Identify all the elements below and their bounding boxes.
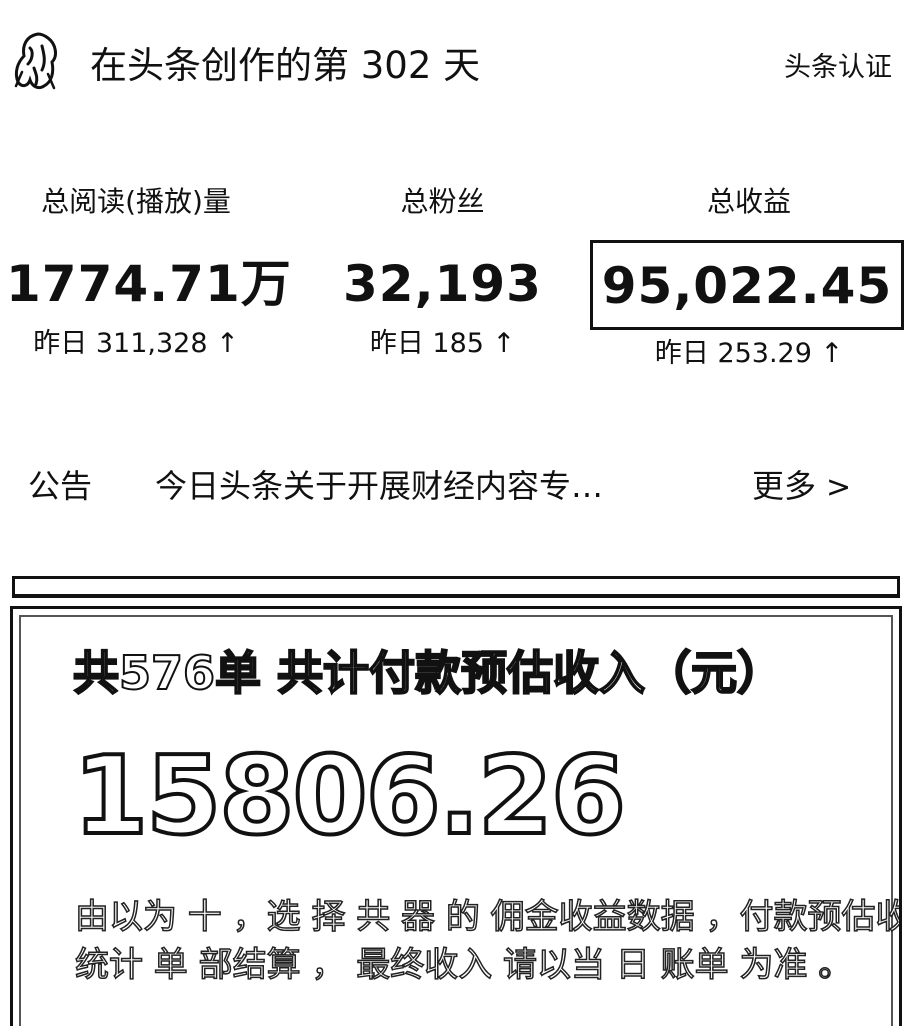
card-description-line: 由以为 十 ，选 择 共 器 的 佣金收益数据 ，付款预估收入 [75, 896, 902, 938]
notice-more-link[interactable]: 更多 > [752, 464, 851, 510]
notice-label: 公告 [28, 467, 93, 505]
stat-total-fans[interactable]: 总粉丝 32,193 昨日 185 ↑ [330, 182, 555, 364]
stat-value: 1774.71万 [6, 255, 292, 313]
notice-bar[interactable]: 公告 今日头条关于开展财经内容专… 更多 > [0, 460, 923, 512]
chevron-right-icon: > [826, 470, 852, 505]
stat-yesterday-delta: 昨日 185 ↑ [369, 328, 516, 359]
stat-label: 总阅读(播放)量 [41, 185, 231, 218]
notice-text[interactable]: 今日头条关于开展财经内容专… [155, 464, 695, 508]
card-top-strip [12, 576, 900, 598]
toutiao-certification-link[interactable]: 头条认证 [784, 50, 892, 86]
stat-label: 总收益 [706, 185, 791, 218]
card-title: 共576单 共计付款预估收入（元） [72, 645, 784, 701]
avatar-icon[interactable] [8, 28, 68, 92]
header: 在头条创作的第 302 天 头条认证 [0, 0, 923, 130]
creation-days-title: 在头条创作的第 302 天 [90, 44, 481, 87]
stat-label: 总粉丝 [400, 185, 485, 218]
income-summary-card: 共576单 共计付款预估收入（元） 15806.26 由以为 十 ，选 择 共 … [10, 606, 902, 1026]
stat-yesterday-delta: 昨日 253.29 ↑ [654, 338, 844, 369]
stat-value: 32,193 [343, 255, 542, 313]
more-label: 更多 [752, 467, 817, 505]
card-description-line: 统计 单 部结算 ， 最终收入 请以当 日 账单 为准 。 [75, 944, 853, 986]
card-description: 由以为 十 ，选 择 共 器 的 佣金收益数据 ，付款预估收入 统计 单 部结算… [75, 893, 902, 989]
income-highlight-box: 95,022.45 [590, 240, 904, 330]
stat-yesterday-delta: 昨日 311,328 ↑ [33, 328, 239, 359]
stat-value: 95,022.45 [601, 257, 893, 315]
card-amount: 15806.26 [71, 734, 628, 859]
stat-total-reads[interactable]: 总阅读(播放)量 1774.71万 昨日 311,328 ↑ [6, 182, 292, 364]
stat-total-income[interactable]: 总收益 95,022.45 昨日 253.29 ↑ [590, 182, 908, 374]
